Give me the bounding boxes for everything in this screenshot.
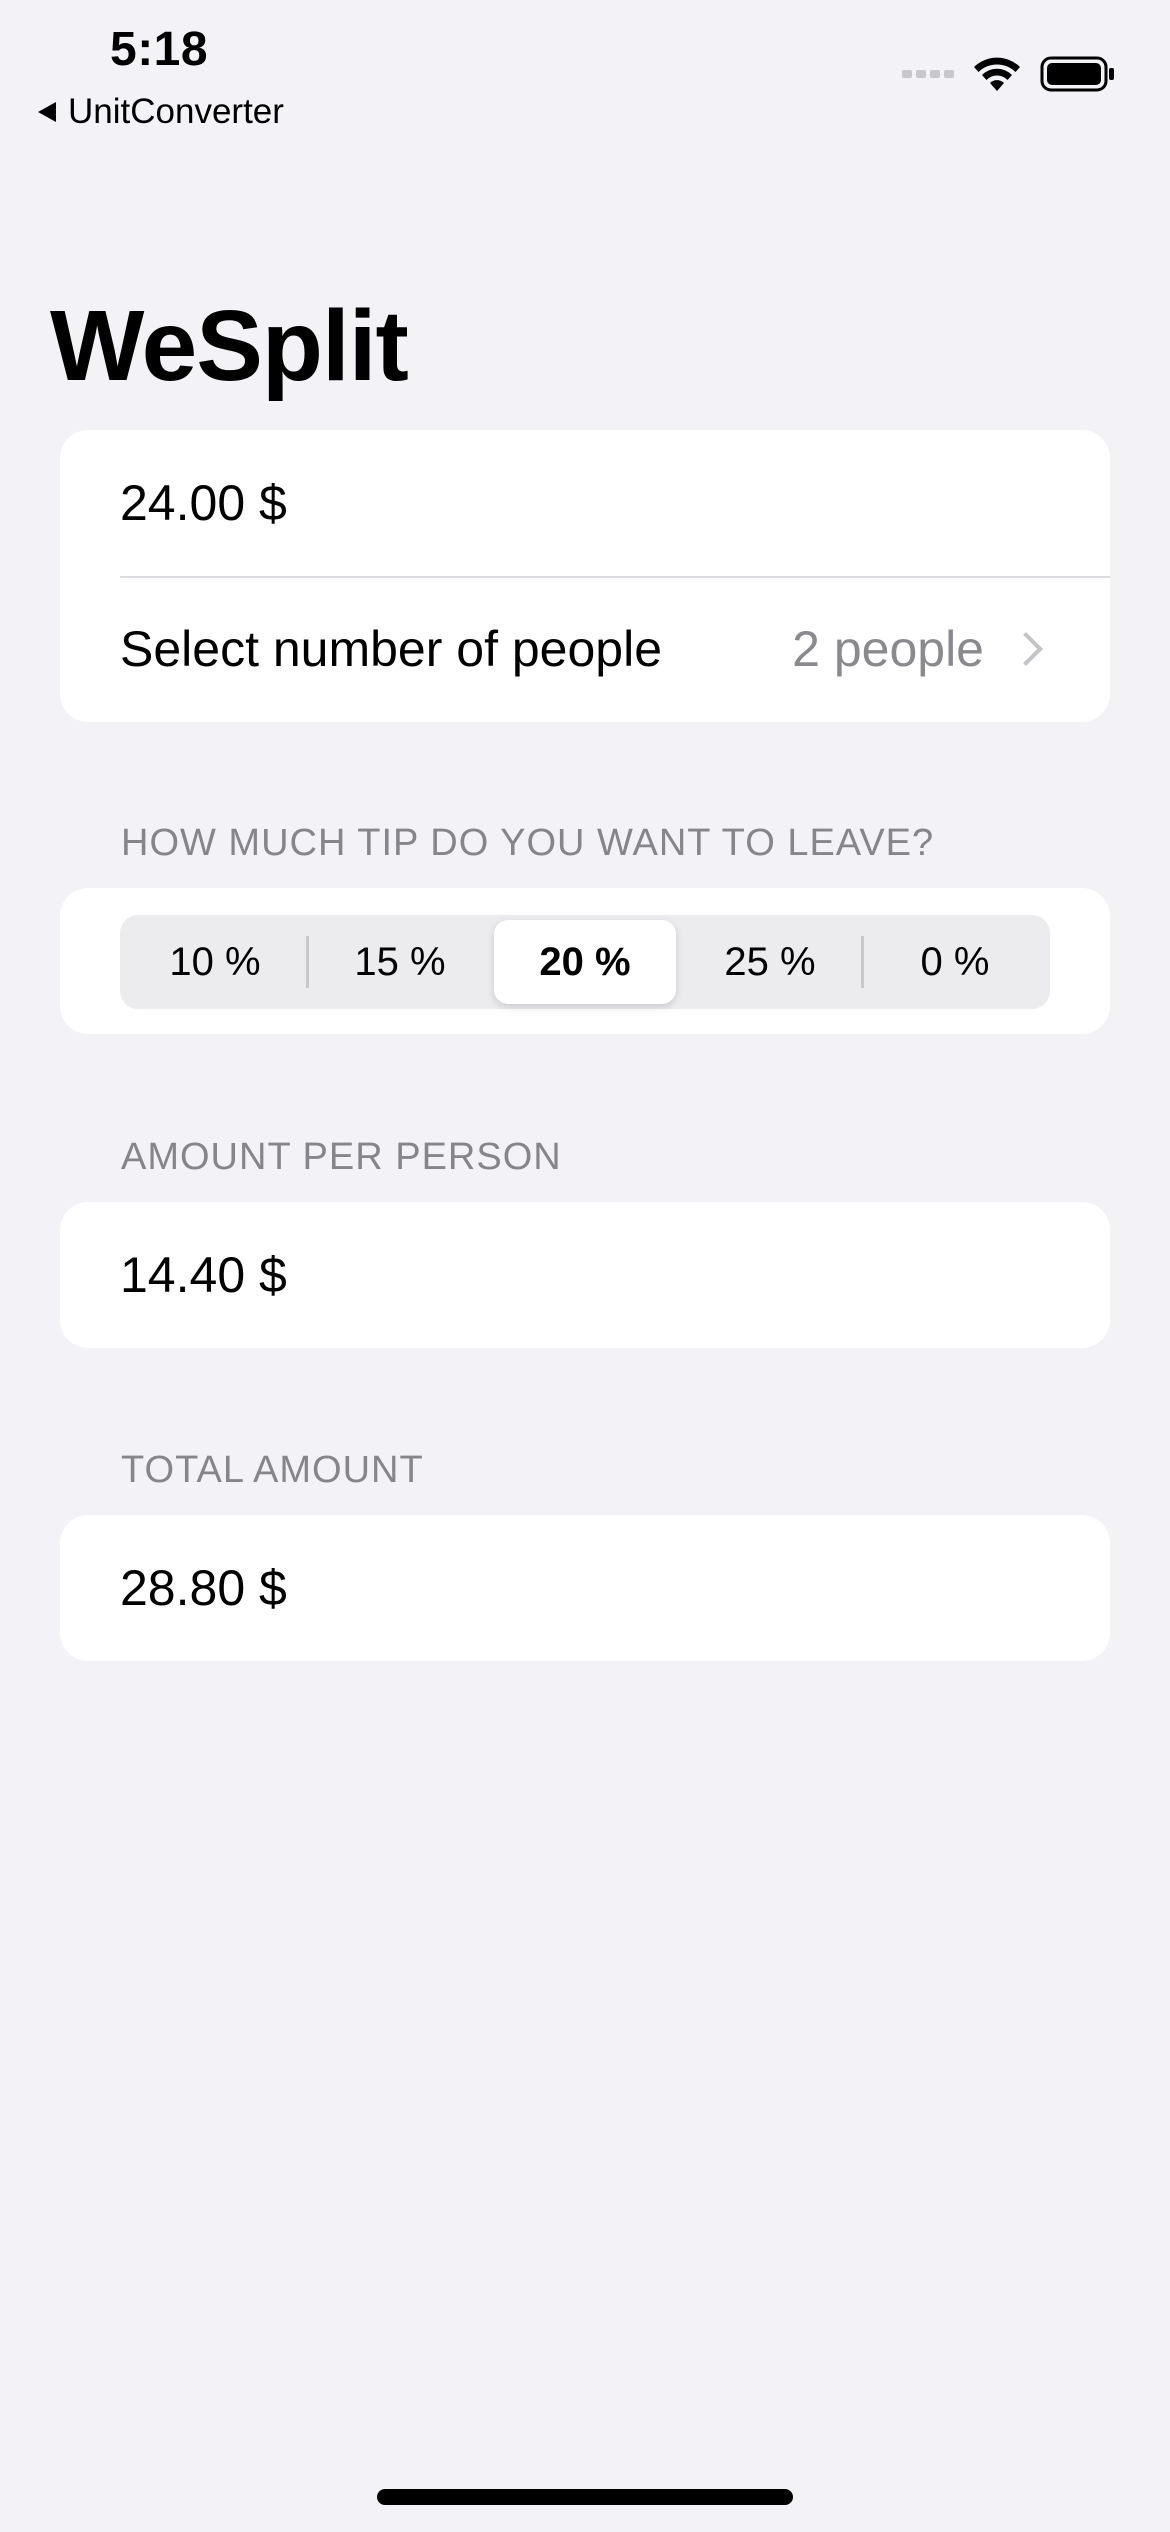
- people-picker-row[interactable]: Select number of people 2 people: [60, 576, 1110, 722]
- tip-segmented-control[interactable]: 10 % 15 % 20 % 25 % 0 %: [120, 915, 1050, 1009]
- back-triangle-icon: [38, 102, 56, 122]
- per-person-card: 14.40 $: [60, 1202, 1110, 1348]
- home-indicator[interactable]: [377, 2489, 793, 2505]
- tip-card: 10 % 15 % 20 % 25 % 0 %: [60, 888, 1110, 1034]
- people-picker-value: 2 people: [792, 621, 984, 677]
- back-app-label: UnitConverter: [68, 92, 284, 131]
- per-person-row: 14.40 $: [60, 1202, 1110, 1348]
- people-picker-label: Select number of people: [120, 621, 663, 677]
- wifi-icon: [974, 57, 1020, 91]
- per-person-section-header: AMOUNT PER PERSON: [121, 1136, 562, 1178]
- battery-icon: [1040, 56, 1114, 92]
- status-time: 5:18: [110, 23, 209, 76]
- total-card: 28.80 $: [60, 1515, 1110, 1661]
- cellular-signal-icon: [902, 70, 954, 78]
- per-person-value: 14.40 $: [120, 1247, 287, 1303]
- amount-field[interactable]: 24.00 $: [60, 430, 1110, 576]
- page-title: WeSplit: [50, 290, 409, 402]
- chevron-right-icon: [1009, 632, 1043, 666]
- amount-value: 24.00 $: [120, 475, 287, 531]
- total-section-header: TOTAL AMOUNT: [121, 1449, 424, 1491]
- row-divider: [120, 576, 1110, 578]
- tip-option-20-selected[interactable]: 20 %: [494, 920, 676, 1004]
- input-card: 24.00 $ Select number of people 2 people: [60, 430, 1110, 722]
- tip-option-25[interactable]: 25 %: [679, 920, 861, 1004]
- total-row: 28.80 $: [60, 1515, 1110, 1661]
- tip-option-0[interactable]: 0 %: [864, 920, 1046, 1004]
- tip-option-15[interactable]: 15 %: [309, 920, 491, 1004]
- tip-section-header: HOW MUCH TIP DO YOU WANT TO LEAVE?: [121, 822, 935, 864]
- status-indicators: [902, 52, 1116, 96]
- total-value: 28.80 $: [120, 1560, 287, 1616]
- tip-option-10[interactable]: 10 %: [124, 920, 306, 1004]
- back-to-app-button[interactable]: UnitConverter: [38, 88, 284, 136]
